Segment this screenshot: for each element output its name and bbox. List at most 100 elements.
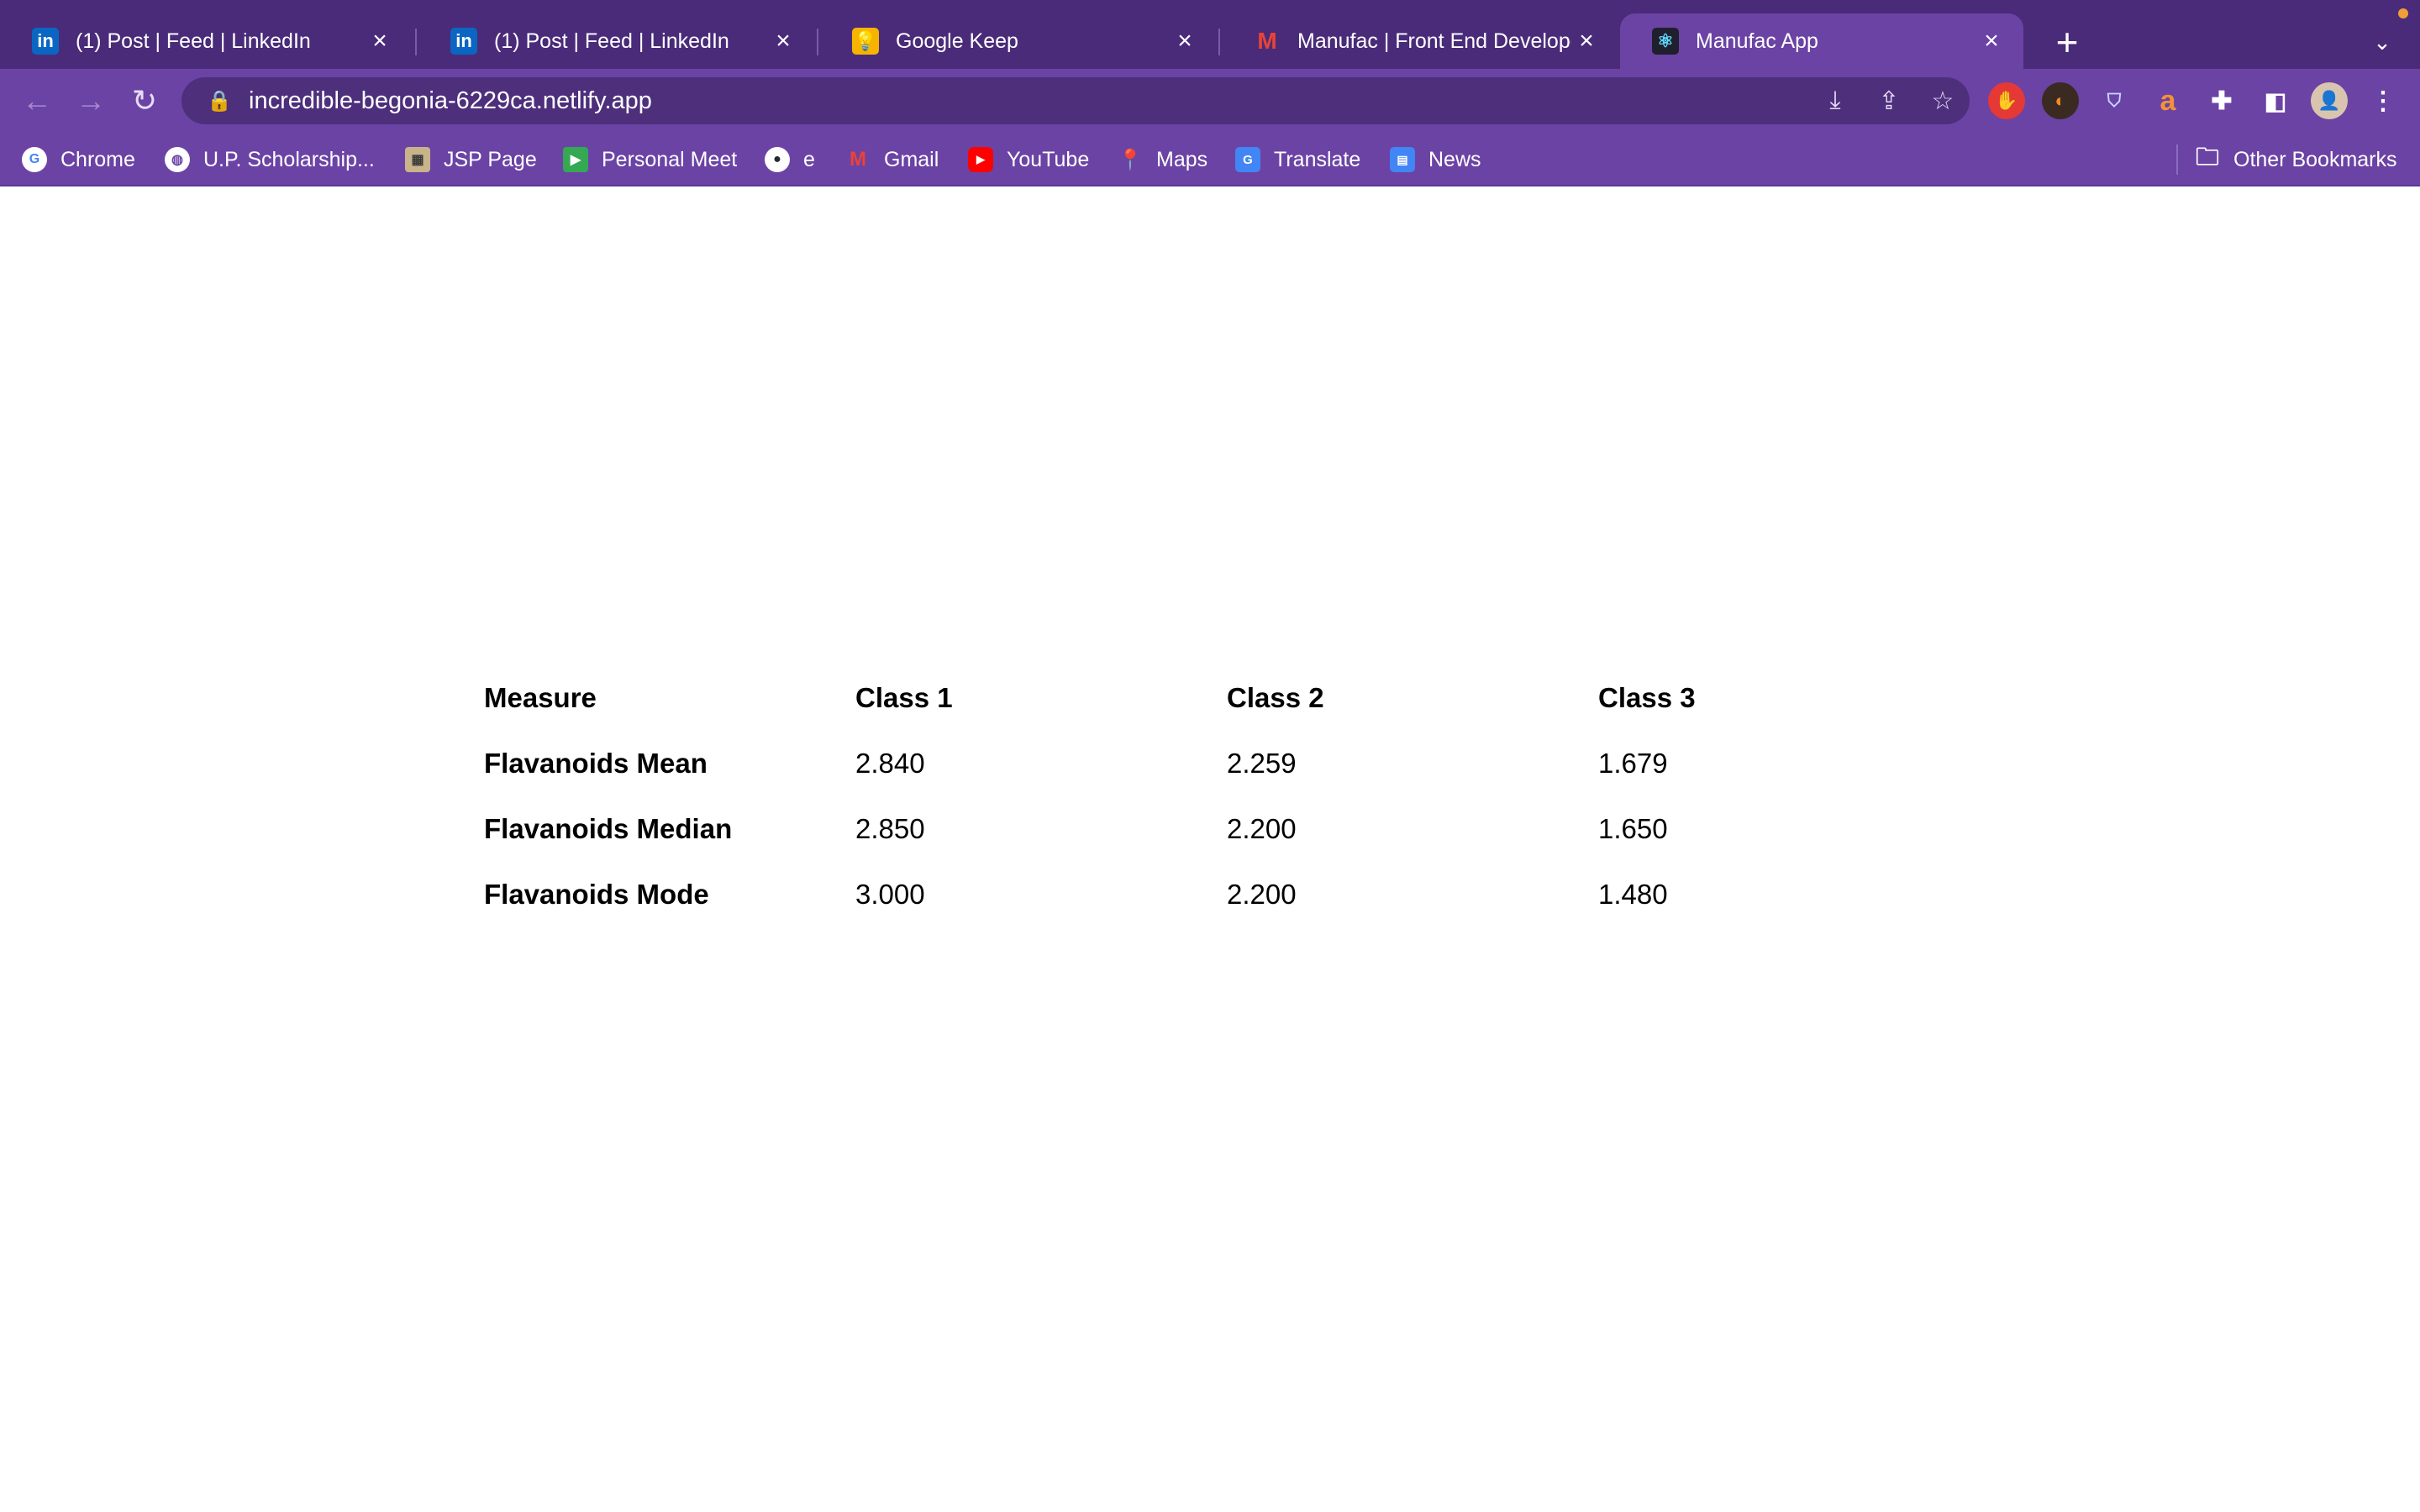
- close-icon[interactable]: ×: [1571, 27, 1602, 55]
- back-arrow-icon[interactable]: ←: [13, 77, 60, 124]
- amazon-extension-icon[interactable]: a: [2149, 82, 2186, 119]
- bookmark-label: Gmail: [884, 147, 939, 171]
- side-panel-icon[interactable]: ◧: [2257, 82, 2294, 119]
- bookmark-maps[interactable]: 📍 Maps: [1118, 143, 1207, 176]
- bookmark-personal-meet[interactable]: ▶ Personal Meet: [563, 143, 737, 176]
- news-icon: ▤: [1390, 147, 1415, 172]
- tab-divider: [1218, 29, 1220, 55]
- flavanoids-stats-table: Measure Class 1 Class 2 Class 3 Flavanoi…: [471, 665, 1956, 927]
- tab-google-keep[interactable]: 💡 Google Keep ×: [820, 13, 1217, 69]
- gmail-icon: M: [850, 148, 866, 171]
- bookmark-label: Translate: [1274, 147, 1361, 171]
- shield-extension-icon[interactable]: ⛉: [2096, 82, 2133, 119]
- table-cell: 2.200: [1227, 879, 1297, 910]
- bookmark-label: e: [803, 147, 815, 171]
- extensions-puzzle-icon[interactable]: ✚: [2203, 82, 2240, 119]
- forward-arrow-icon[interactable]: →: [67, 77, 114, 124]
- table-cell: 2.259: [1227, 748, 1297, 779]
- bookmark-translate[interactable]: G Translate: [1235, 143, 1360, 176]
- table-cell: 2.840: [855, 748, 925, 779]
- tab-title: Google Keep: [896, 29, 1018, 53]
- browser-toolbar: ← → ↻ 🔒 incredible-begonia-6229ca.netlif…: [0, 69, 2420, 133]
- bookmark-news[interactable]: ▤ News: [1390, 143, 1481, 176]
- profile-avatar[interactable]: 👤: [2311, 82, 2348, 119]
- bookmark-label: U.P. Scholarship...: [203, 147, 375, 171]
- table-cell: 1.650: [1598, 813, 1668, 844]
- update-indicator-dot: [2398, 8, 2408, 18]
- tab-strip: in (1) Post | Feed | LinkedIn × in (1) P…: [0, 0, 2420, 69]
- table-row: Flavanoids Median 2.850 2.200 1.650: [471, 796, 1956, 862]
- table-row: Flavanoids Mode 3.000 2.200 1.480: [471, 862, 1956, 927]
- close-icon[interactable]: ×: [1170, 27, 1200, 55]
- row-label: Flavanoids Mean: [484, 748, 708, 779]
- translate-icon: G: [1235, 147, 1260, 172]
- maps-icon: 📍: [1118, 148, 1143, 171]
- close-icon[interactable]: ×: [1976, 27, 2007, 55]
- tab-gmail-manufac[interactable]: M Manufac | Front End Developer ×: [1222, 13, 1618, 69]
- keep-icon: 💡: [852, 28, 879, 55]
- bookmarks-divider: [2176, 144, 2178, 175]
- column-header: Class 2: [1227, 682, 1324, 713]
- bookmark-label: Maps: [1156, 147, 1208, 171]
- tab-title: Manufac App: [1696, 29, 1818, 53]
- table-header-row: Measure Class 1 Class 2 Class 3: [471, 665, 1956, 731]
- gmail-icon: M: [1257, 28, 1277, 54]
- column-header: Measure: [484, 682, 597, 713]
- bookmark-youtube[interactable]: ▶ YouTube: [968, 143, 1089, 176]
- tab-linkedin-1[interactable]: in (1) Post | Feed | LinkedIn ×: [0, 13, 412, 69]
- tab-title: Manufac | Front End Developer: [1297, 29, 1571, 53]
- bookmark-label: Personal Meet: [602, 147, 738, 171]
- table-cell: 1.679: [1598, 748, 1668, 779]
- linkedin-icon: in: [450, 28, 477, 55]
- bookmark-chrome[interactable]: G Chrome: [22, 143, 135, 176]
- url-text[interactable]: incredible-begonia-6229ca.netlify.app: [249, 87, 1808, 115]
- react-icon: ⚛: [1652, 28, 1679, 55]
- column-header: Class 1: [855, 682, 953, 713]
- bookmark-label: JSP Page: [444, 147, 537, 171]
- tab-title: (1) Post | Feed | LinkedIn: [76, 29, 311, 53]
- other-bookmarks-folder[interactable]: 🗀 Other Bookmarks: [2195, 143, 2397, 176]
- youtube-icon: ▶: [968, 147, 993, 172]
- reload-icon[interactable]: ↻: [121, 77, 168, 124]
- google-icon: G: [22, 147, 47, 172]
- table-cell: 2.850: [855, 813, 925, 844]
- tab-linkedin-2[interactable]: in (1) Post | Feed | LinkedIn ×: [418, 13, 815, 69]
- bookmark-github[interactable]: ● e: [765, 143, 815, 176]
- globe-icon: ◍: [165, 147, 190, 172]
- row-label: Flavanoids Mode: [484, 879, 709, 910]
- bookmark-jsp-page[interactable]: ▦ JSP Page: [405, 143, 537, 176]
- tab-divider: [415, 29, 417, 55]
- page-content: Measure Class 1 Class 2 Class 3 Flavanoi…: [0, 186, 2420, 1512]
- tab-search-chevron-icon[interactable]: ⌄: [2361, 18, 2403, 66]
- table-cell: 1.480: [1598, 879, 1668, 910]
- adblock-extension-icon[interactable]: ✋: [1988, 82, 2025, 119]
- new-tab-button[interactable]: +: [2044, 18, 2091, 66]
- table-cell: 2.200: [1227, 813, 1297, 844]
- bookmark-label: YouTube: [1007, 147, 1090, 171]
- bookmark-star-icon[interactable]: ☆: [1916, 87, 1970, 116]
- tab-title: (1) Post | Feed | LinkedIn: [494, 29, 729, 53]
- menu-kebab-icon[interactable]: ⋮: [2365, 82, 2402, 119]
- install-app-icon[interactable]: ⤓: [1808, 87, 1862, 115]
- lock-icon[interactable]: 🔒: [207, 89, 232, 113]
- tab-divider: [817, 29, 818, 55]
- address-bar[interactable]: 🔒 incredible-begonia-6229ca.netlify.app …: [182, 77, 1970, 124]
- colorzilla-extension-icon[interactable]: ◐: [2042, 82, 2079, 119]
- close-icon[interactable]: ×: [365, 27, 395, 55]
- bookmark-label: Chrome: [60, 147, 135, 171]
- github-icon: ●: [765, 147, 790, 172]
- bookmarks-bar: G Chrome ◍ U.P. Scholarship... ▦ JSP Pag…: [0, 133, 2420, 186]
- column-header: Class 3: [1598, 682, 1696, 713]
- folder-icon: 🗀: [2195, 144, 2219, 170]
- bookmark-up-scholarship[interactable]: ◍ U.P. Scholarship...: [165, 143, 375, 176]
- row-label: Flavanoids Median: [484, 813, 733, 844]
- bookmark-label: News: [1428, 147, 1481, 171]
- linkedin-icon: in: [32, 28, 59, 55]
- tab-manufac-app[interactable]: ⚛ Manufac App ×: [1620, 13, 2023, 69]
- share-icon[interactable]: ⇪: [1862, 87, 1916, 116]
- close-icon[interactable]: ×: [768, 27, 798, 55]
- table-cell: 3.000: [855, 879, 925, 910]
- jsp-icon: ▦: [405, 147, 430, 172]
- bookmark-gmail[interactable]: M Gmail: [845, 143, 939, 176]
- table-row: Flavanoids Mean 2.840 2.259 1.679: [471, 731, 1956, 796]
